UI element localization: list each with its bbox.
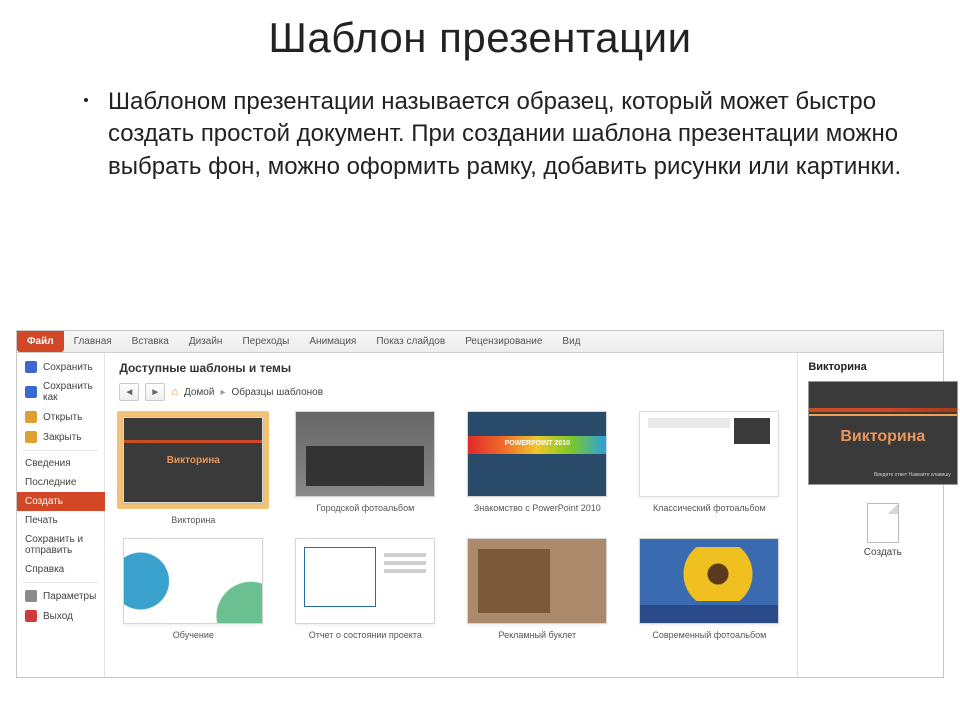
sidebar-item-label: Сохранить [43,362,93,373]
ribbon-tab-view[interactable]: Вид [552,331,590,352]
ribbon-tab-file[interactable]: Файл [17,331,64,352]
ribbon: Файл Главная Вставка Дизайн Переходы Ани… [17,331,943,353]
template-item-city-album[interactable]: Городской фотоальбом [291,411,439,526]
chevron-right-icon: ▸ [220,387,225,398]
sidebar-item-print[interactable]: Печать [17,511,104,530]
body-paragraph: Шаблоном презентации называется образец,… [108,88,901,180]
slide: Шаблон презентации Шаблоном презентации … [0,0,960,720]
sidebar-item-close[interactable]: Закрыть [17,427,104,447]
template-thumb [295,538,435,624]
sidebar-item-label: Последние [25,477,76,488]
template-grid: Викторина Викторина Городской фотоальбом… [119,411,783,641]
template-thumb: POWERPOINT 2010 [467,411,607,497]
ribbon-tab-design[interactable]: Дизайн [179,331,233,352]
home-icon: ⌂ [171,386,178,398]
slide-title: Шаблон презентации [0,0,960,62]
open-icon [25,411,37,423]
close-icon [25,431,37,443]
template-label: Знакомство с PowerPoint 2010 [474,503,601,514]
template-item-modern-album[interactable]: Современный фотоальбом [635,538,783,641]
ribbon-tab-slideshow[interactable]: Показ слайдов [366,331,455,352]
save-icon [25,361,37,373]
template-thumb [639,538,779,624]
template-label: Классический фотоальбом [653,503,766,514]
exit-icon [25,610,37,622]
backstage-sidebar: Сохранить Сохранить как Открыть Закрыть … [17,353,105,677]
create-button-label: Создать [864,547,902,558]
sidebar-item-info[interactable]: Сведения [17,454,104,473]
template-item-classic-album[interactable]: Классический фотоальбом [635,411,783,526]
sidebar-item-new[interactable]: Создать [17,492,105,511]
slide-body: Шаблоном презентации называется образец,… [0,62,960,183]
sidebar-item-label: Закрыть [43,432,82,443]
document-icon [867,503,899,543]
sidebar-item-exit[interactable]: Выход [17,606,104,626]
template-item-viktorina[interactable]: Викторина Викторина [119,411,267,526]
saveas-icon [25,386,37,398]
sidebar-item-label: Сохранить как [43,381,96,403]
gallery-breadcrumb: ◄ ► ⌂ Домой ▸ Образцы шаблонов [119,383,783,401]
sidebar-item-share[interactable]: Сохранить и отправить [17,530,104,560]
sidebar-separator [23,450,98,451]
options-icon [25,590,37,602]
create-button[interactable]: Создать [851,503,915,558]
bullet-icon [84,98,88,102]
template-thumb: Викторина [123,417,263,503]
sidebar-separator [23,582,98,583]
template-label: Обучение [173,630,214,641]
sidebar-item-label: Печать [25,515,58,526]
template-item-learning[interactable]: Обучение [119,538,267,641]
thumb-text: Викторина [167,455,220,466]
app-screenshot: Файл Главная Вставка Дизайн Переходы Ани… [16,330,944,678]
template-thumb [467,538,607,624]
sidebar-item-save[interactable]: Сохранить [17,357,104,377]
template-label: Современный фотоальбом [652,630,766,641]
sidebar-item-options[interactable]: Параметры [17,586,104,606]
ribbon-tab-home[interactable]: Главная [64,331,122,352]
sidebar-item-recent[interactable]: Последние [17,473,104,492]
sidebar-item-label: Создать [25,496,63,507]
gallery-title: Доступные шаблоны и темы [119,361,783,375]
preview-corner-text: Введите ответ Нажмите клавишу [874,473,951,479]
sidebar-item-saveas[interactable]: Сохранить как [17,377,104,407]
template-item-ppt-intro[interactable]: POWERPOINT 2010 Знакомство с PowerPoint … [463,411,611,526]
template-thumb [295,411,435,497]
template-thumb [123,538,263,624]
ribbon-tab-insert[interactable]: Вставка [122,331,179,352]
template-item-brochure[interactable]: Рекламный буклет [463,538,611,641]
sidebar-item-label: Открыть [43,412,82,423]
template-label: Отчет о состоянии проекта [309,630,422,641]
breadcrumb-current[interactable]: Образцы шаблонов [231,387,323,398]
ribbon-tab-review[interactable]: Рецензирование [455,331,552,352]
template-thumb [639,411,779,497]
template-item-project-status[interactable]: Отчет о состоянии проекта [291,538,439,641]
sidebar-item-label: Выход [43,611,73,622]
ribbon-tab-animation[interactable]: Анимация [299,331,366,352]
breadcrumb-home[interactable]: Домой [184,387,214,398]
sidebar-item-label: Справка [25,564,64,575]
template-preview: Викторина Введите ответ Нажмите клавишу [808,381,958,485]
nav-back-button[interactable]: ◄ [119,383,139,401]
ribbon-tab-transitions[interactable]: Переходы [232,331,299,352]
preview-slide-title: Викторина [840,428,925,446]
template-label: Рекламный буклет [498,630,576,641]
template-gallery: Доступные шаблоны и темы ◄ ► ⌂ Домой ▸ О… [105,353,797,677]
template-label: Городской фотоальбом [316,503,414,514]
backstage: Сохранить Сохранить как Открыть Закрыть … [17,353,943,677]
sidebar-item-label: Сохранить и отправить [25,534,96,556]
nav-forward-button[interactable]: ► [145,383,165,401]
preview-title: Викторина [808,361,866,373]
sidebar-item-help[interactable]: Справка [17,560,104,579]
sidebar-item-label: Параметры [43,591,96,602]
preview-pane: Викторина Викторина Введите ответ Нажмит… [797,353,960,677]
thumb-text: POWERPOINT 2010 [468,440,606,447]
sidebar-item-label: Сведения [25,458,71,469]
template-label: Викторина [171,515,215,526]
sidebar-item-open[interactable]: Открыть [17,407,104,427]
